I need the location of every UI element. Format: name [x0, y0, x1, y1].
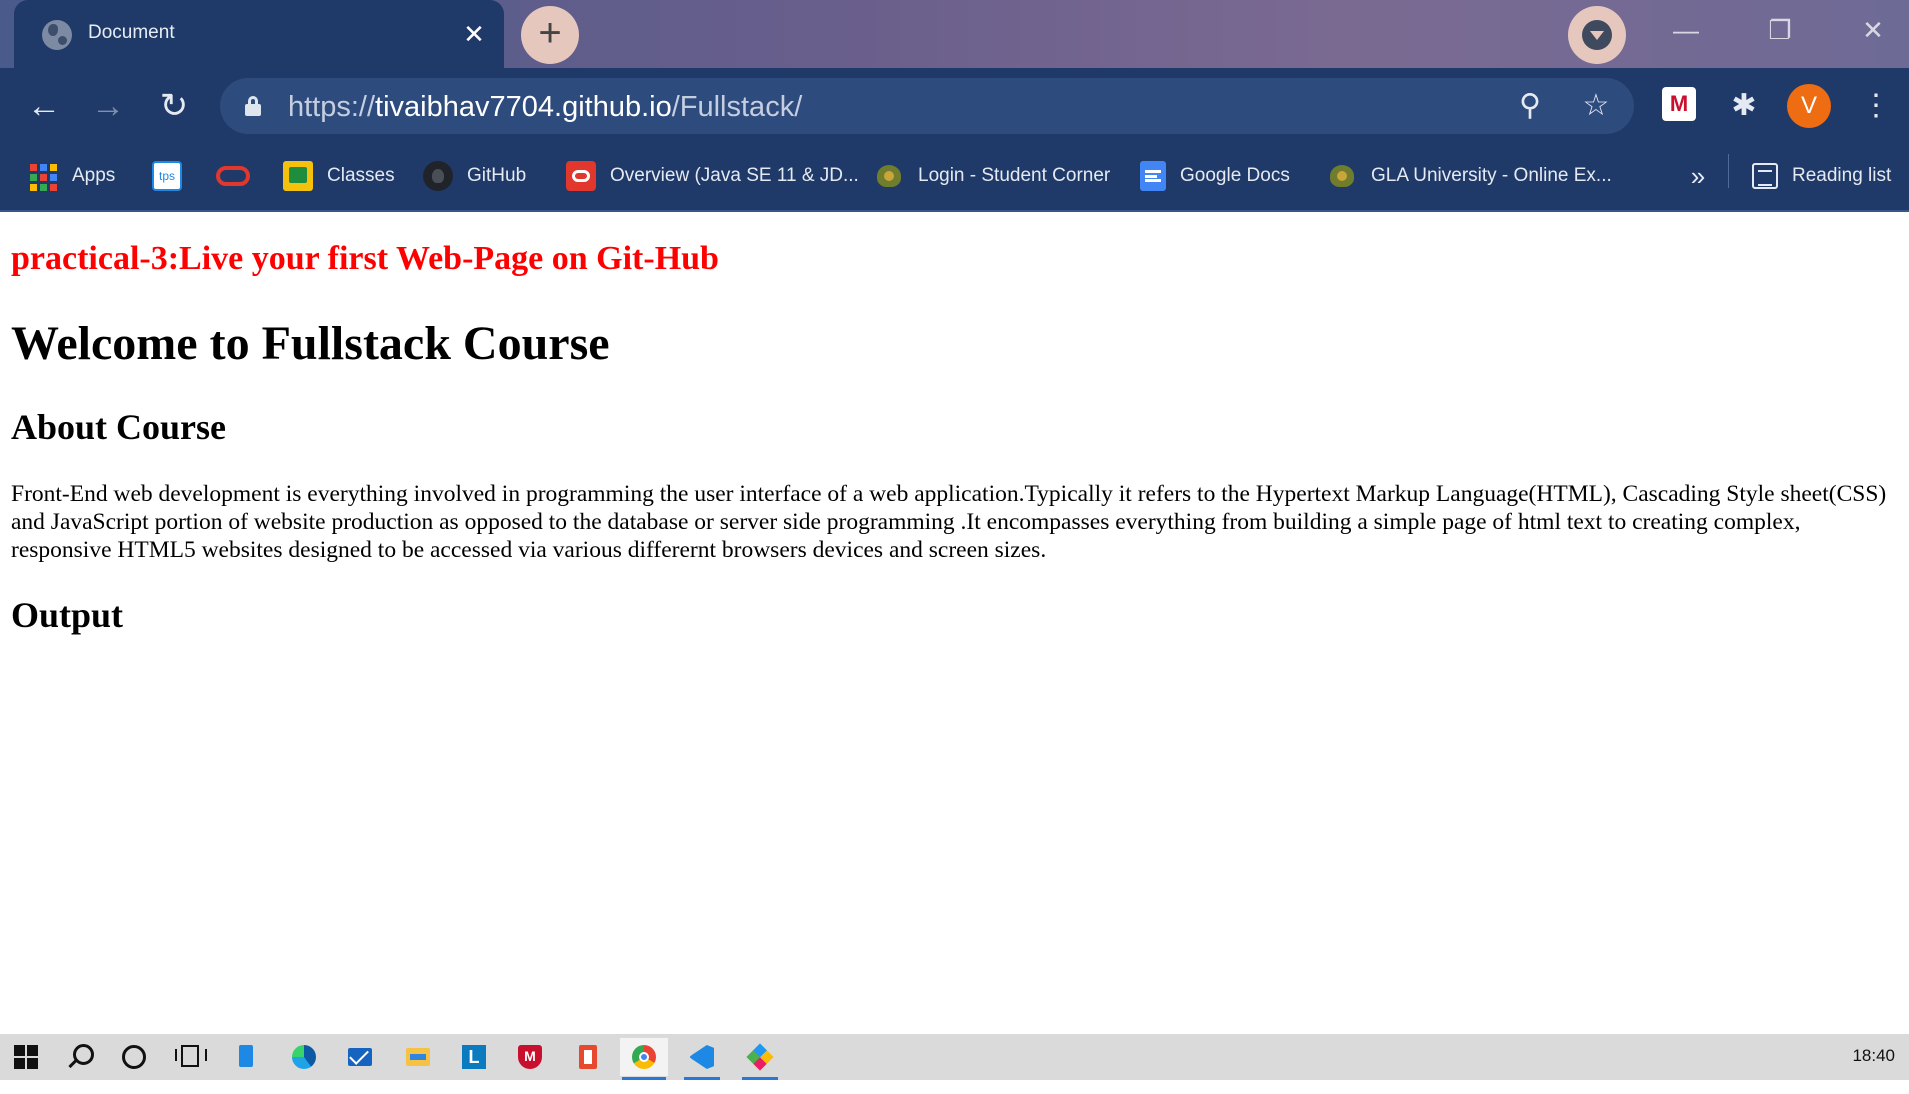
- windows-taskbar: L 18:40: [0, 1034, 1909, 1080]
- l-app-icon: L: [462, 1045, 486, 1069]
- gla-emblem-icon: [874, 161, 904, 191]
- github-icon: [423, 161, 453, 191]
- taskbar-chrome[interactable]: [620, 1038, 668, 1080]
- bookmark-label: Google Docs: [1180, 165, 1290, 186]
- bookmark-label: Overview (Java SE 11 & JD...: [610, 165, 859, 186]
- bookmark-google-docs[interactable]: Google Docs: [1140, 154, 1290, 198]
- page-content: practical-3:Live your first Web-Page on …: [0, 212, 1909, 1034]
- bookmark-label: GLA University - Online Ex...: [1371, 165, 1612, 186]
- taskbar-edge[interactable]: [280, 1038, 328, 1076]
- mcafee-extension-icon[interactable]: [1662, 87, 1696, 121]
- tab-close-icon[interactable]: ✕: [454, 14, 494, 54]
- tab-title: Document: [88, 22, 175, 43]
- bookmark-label: GitHub: [467, 165, 527, 186]
- bookmark-oracle[interactable]: [216, 154, 264, 198]
- restore-button[interactable]: ❐: [1750, 10, 1810, 50]
- start-button[interactable]: [2, 1038, 50, 1076]
- oracle-icon: [216, 166, 250, 186]
- forward-button[interactable]: →: [86, 84, 130, 128]
- url-path: /Fullstack/: [671, 91, 803, 123]
- browser-toolbar: ← → ↻ https://tivaibhav7704.github.io/Fu…: [0, 68, 1909, 144]
- bookmark-apps[interactable]: Apps: [28, 154, 115, 198]
- reload-button[interactable]: ↻: [152, 84, 196, 128]
- taskbar-mail[interactable]: [336, 1038, 384, 1076]
- taskbar-l-app[interactable]: L: [450, 1038, 498, 1076]
- address-url[interactable]: https://tivaibhav7704.github.io/Fullstac…: [288, 91, 802, 124]
- zoom-icon[interactable]: ⚲: [1510, 86, 1550, 126]
- taskbar-file-explorer[interactable]: [394, 1038, 442, 1076]
- chevron-down-icon: [1582, 20, 1612, 50]
- phone-icon: [239, 1045, 253, 1067]
- oracle-red-icon: [566, 161, 596, 191]
- reading-list-icon: [1752, 163, 1778, 189]
- about-course-heading: About Course: [11, 407, 227, 447]
- reading-list-label: Reading list: [1792, 165, 1892, 186]
- new-tab-button[interactable]: +: [521, 6, 579, 64]
- task-view-icon: [175, 1045, 207, 1067]
- screen-bottom-edge: [0, 1080, 1909, 1094]
- edge-icon: [292, 1045, 316, 1069]
- tab-document[interactable]: Document ✕: [14, 0, 504, 68]
- vscode-icon: [690, 1045, 714, 1069]
- url-scheme: https://: [288, 91, 376, 123]
- profile-avatar[interactable]: V: [1787, 84, 1831, 128]
- windows-start-icon: [14, 1045, 38, 1069]
- search-icon: [73, 1044, 94, 1065]
- bookmark-github[interactable]: GitHub: [423, 154, 526, 198]
- mail-icon: [348, 1048, 372, 1066]
- google-docs-icon: [1140, 161, 1166, 191]
- file-explorer-icon: [406, 1048, 430, 1066]
- bookmark-star-icon[interactable]: ☆: [1576, 86, 1616, 126]
- minimize-button[interactable]: —: [1656, 10, 1716, 50]
- git-icon: [746, 1043, 774, 1071]
- bookmark-label: Apps: [72, 165, 116, 186]
- office-icon: [579, 1045, 597, 1069]
- extensions-icon[interactable]: ✱: [1722, 84, 1766, 128]
- globe-icon: [42, 20, 72, 50]
- reading-list-button[interactable]: Reading list: [1752, 154, 1891, 198]
- chrome-icon: [632, 1045, 656, 1069]
- bookmarks-separator: [1728, 154, 1729, 188]
- taskbar-clock[interactable]: 18:40: [1852, 1046, 1895, 1066]
- gla-emblem-icon: [1327, 161, 1357, 191]
- bookmark-classes[interactable]: Classes: [283, 154, 395, 198]
- task-view-button[interactable]: [164, 1038, 212, 1076]
- taskbar-mcafee[interactable]: [506, 1038, 554, 1076]
- mcafee-icon: [518, 1045, 542, 1069]
- bookmark-tps[interactable]: tps: [152, 154, 196, 198]
- address-bar[interactable]: https://tivaibhav7704.github.io/Fullstac…: [220, 78, 1634, 134]
- taskbar-vscode[interactable]: [678, 1038, 726, 1080]
- output-heading: Output: [11, 595, 124, 635]
- taskbar-phone[interactable]: [222, 1038, 270, 1076]
- page-title: Welcome to Fullstack Course: [11, 317, 610, 370]
- apps-grid-icon: [30, 163, 57, 191]
- taskbar-search-button[interactable]: [56, 1038, 104, 1076]
- bookmarks-overflow-button[interactable]: »: [1680, 154, 1716, 198]
- bookmark-gla-online-exam[interactable]: GLA University - Online Ex...: [1327, 154, 1612, 198]
- cortana-icon: [122, 1045, 146, 1069]
- bookmarks-bar: Apps tps Classes GitHub Overview (Java S…: [0, 144, 1909, 212]
- close-window-button[interactable]: ✕: [1843, 10, 1903, 50]
- practical-heading: practical-3:Live your first Web-Page on …: [11, 240, 719, 277]
- browser-menu-icon[interactable]: ⋮: [1854, 84, 1898, 128]
- bookmark-student-corner[interactable]: Login - Student Corner: [874, 154, 1110, 198]
- cortana-button[interactable]: [110, 1038, 158, 1076]
- bookmark-label: Classes: [327, 165, 395, 186]
- tab-search-button[interactable]: [1568, 6, 1626, 64]
- google-classroom-icon: [283, 161, 313, 191]
- tps-icon: tps: [152, 161, 182, 191]
- taskbar-git[interactable]: [736, 1038, 784, 1080]
- url-host: tivaibhav7704.github.io: [375, 91, 672, 123]
- bookmark-java-overview[interactable]: Overview (Java SE 11 & JD...: [566, 154, 859, 198]
- bookmark-label: Login - Student Corner: [918, 165, 1111, 186]
- browser-titlebar: Document ✕ + — ❐ ✕: [0, 0, 1909, 68]
- course-description: Front-End web development is everything …: [11, 481, 1887, 563]
- taskbar-office[interactable]: [564, 1038, 612, 1076]
- back-button[interactable]: ←: [22, 84, 66, 128]
- lock-icon[interactable]: [244, 96, 262, 116]
